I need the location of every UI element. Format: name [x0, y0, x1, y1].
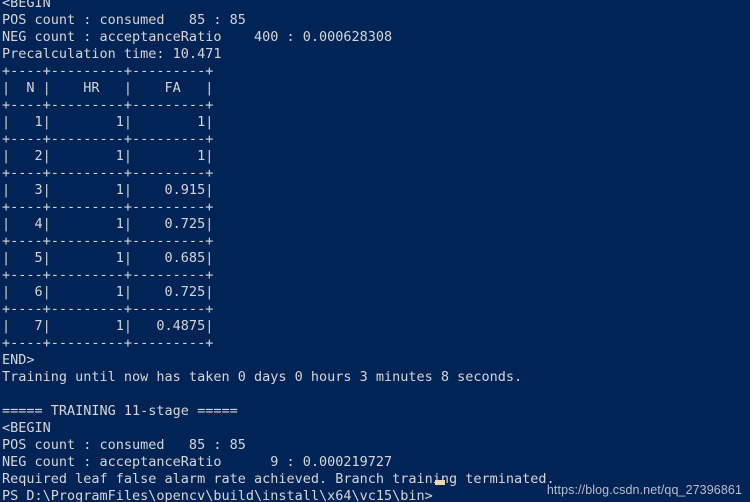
text-cursor: [435, 480, 445, 485]
console-output-text: <BEGIN POS count : consumed 85 : 85 NEG …: [2, 0, 555, 502]
powershell-terminal-window[interactable]: <BEGIN POS count : consumed 85 : 85 NEG …: [0, 0, 750, 502]
watermark-url: https://blog.csdn.net/qq_27396861: [546, 483, 742, 497]
